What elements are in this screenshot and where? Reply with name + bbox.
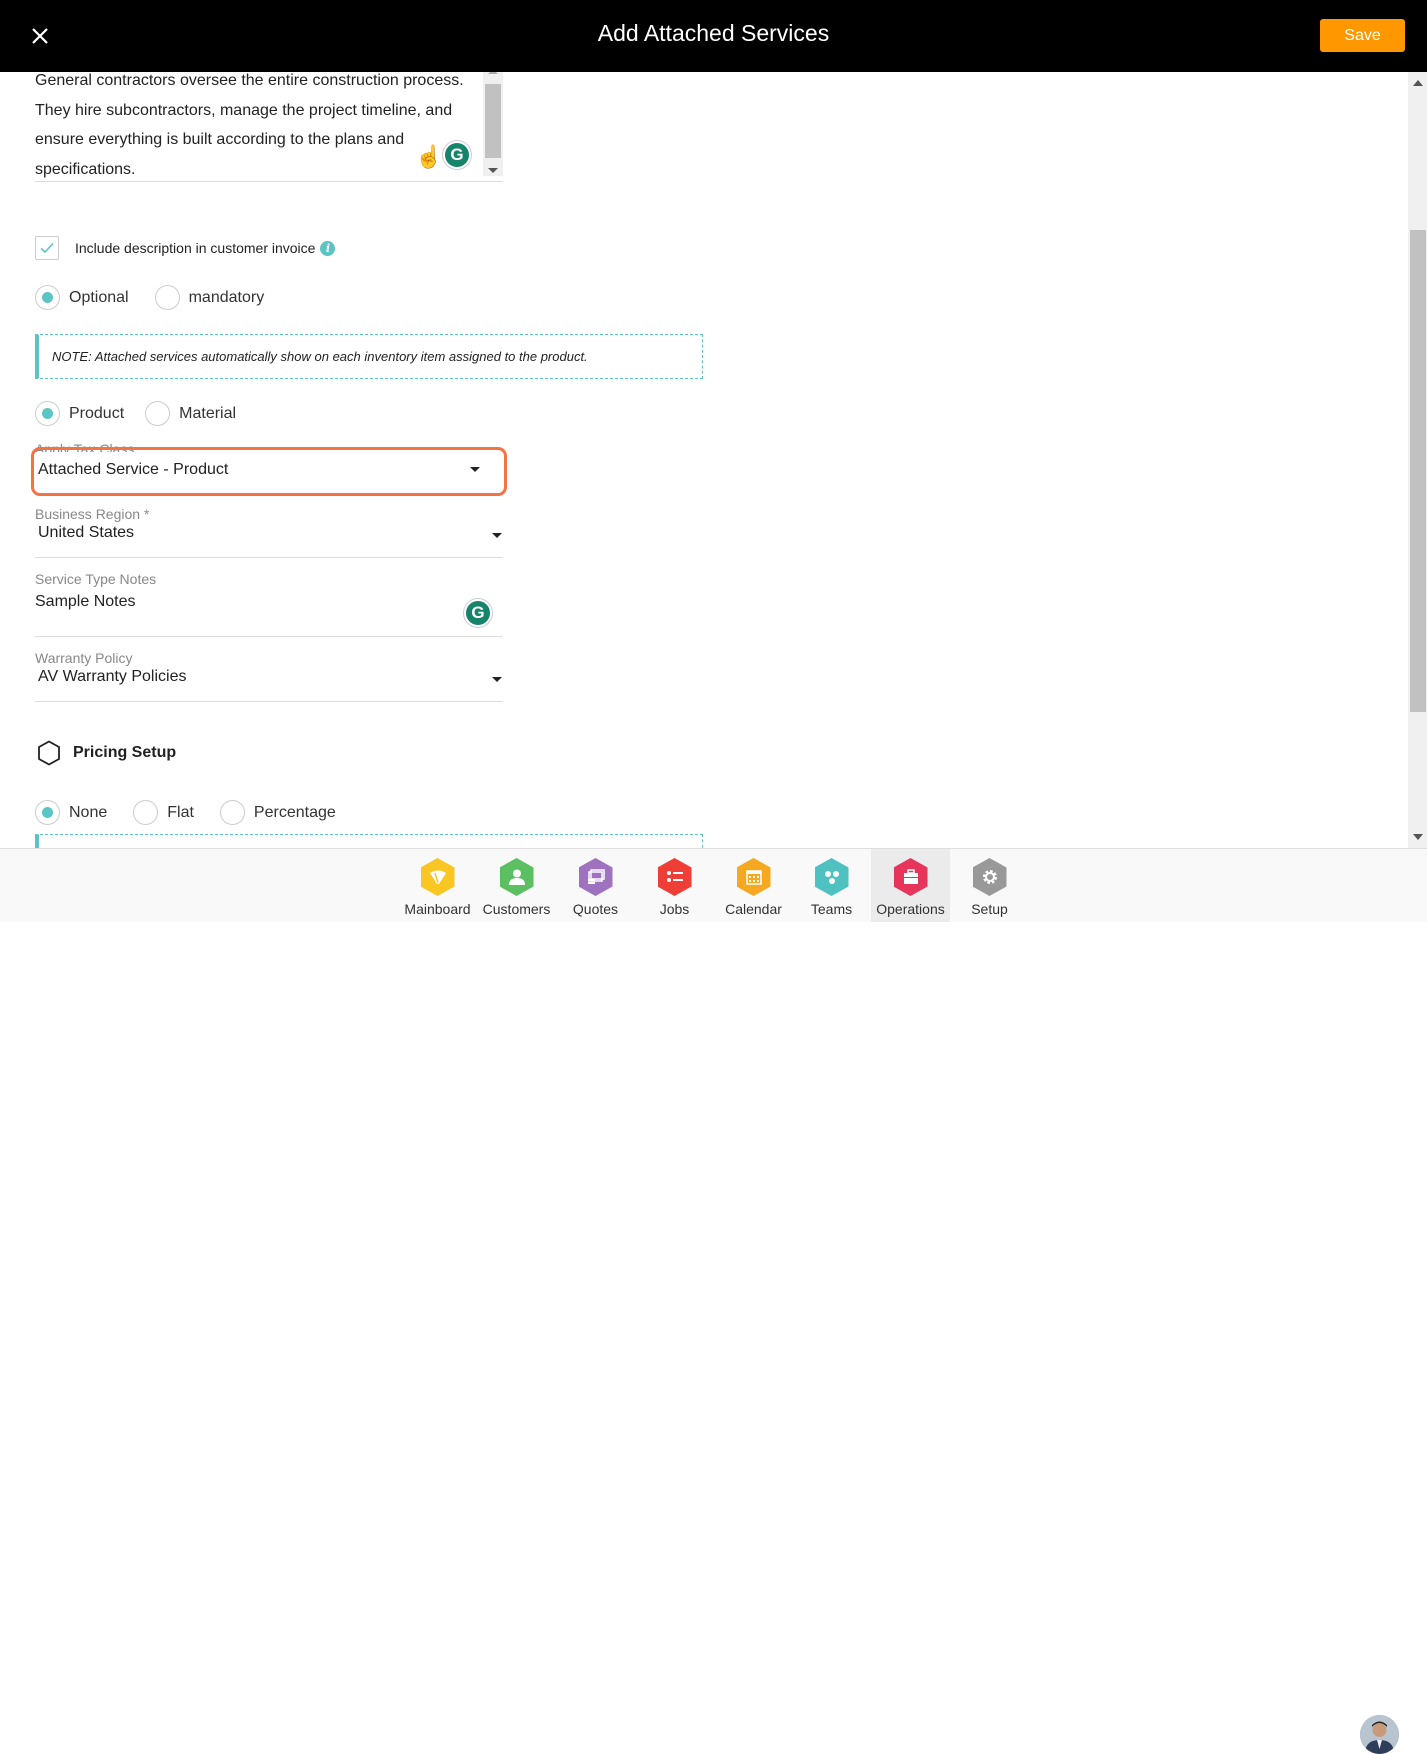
nav-customers[interactable]: Customers — [477, 849, 556, 922]
pricing-note-box — [35, 834, 703, 848]
radio-selected-dot — [42, 807, 53, 818]
hexagon-icon — [38, 740, 60, 766]
requirement-radio-group: Optional mandatory — [35, 285, 290, 310]
nav-quotes[interactable]: Quotes — [556, 849, 635, 922]
grammarly-button[interactable]: G — [442, 140, 472, 170]
form-content: General contractors oversee the entire c… — [0, 72, 1408, 848]
tax-class-value: Attached Service - Product — [38, 461, 229, 478]
jobs-icon — [657, 858, 692, 896]
nav-jobs[interactable]: Jobs — [635, 849, 714, 922]
textarea-scroll-thumb[interactable] — [485, 84, 501, 158]
operations-icon — [893, 858, 928, 896]
note-box: NOTE: Attached services automatically sh… — [35, 334, 703, 379]
page-title: Add Attached Services — [597, 20, 830, 46]
include-description-label: Include description in customer invoice — [75, 240, 316, 256]
chevron-down-icon[interactable] — [470, 467, 480, 472]
business-region-select[interactable]: Business Region * United States — [35, 506, 503, 558]
radio-selected-dot — [42, 292, 53, 303]
nav-mainboard[interactable]: Mainboard — [398, 849, 477, 922]
save-button[interactable]: Save — [1320, 19, 1405, 52]
pricing-radio-group: None Flat Percentage — [35, 800, 362, 825]
info-icon[interactable]: i — [320, 240, 336, 256]
checkmark-icon — [40, 242, 54, 254]
radio-selected-dot — [42, 408, 53, 419]
scroll-up-icon[interactable] — [1413, 80, 1423, 86]
grammarly-icon: G — [466, 601, 490, 625]
radio-optional[interactable]: Optional — [35, 285, 129, 310]
description-text: General contractors oversee the entire c… — [35, 72, 464, 178]
radio-flat[interactable]: Flat — [133, 800, 194, 825]
warranty-policy-select[interactable]: Warranty Policy AV Warranty Policies — [35, 650, 503, 702]
nav-operations[interactable]: Operations — [871, 849, 950, 922]
include-description-checkbox[interactable] — [35, 236, 59, 260]
chevron-down-icon[interactable] — [492, 677, 502, 682]
grammarly-button[interactable]: G — [463, 598, 493, 628]
scroll-down-icon[interactable] — [1413, 834, 1423, 840]
grammarly-icon: G — [445, 143, 469, 167]
nav-setup[interactable]: Setup — [950, 849, 1029, 922]
quotes-icon — [578, 858, 613, 896]
user-avatar[interactable] — [1360, 1715, 1399, 1754]
radio-product[interactable]: Product — [35, 401, 124, 426]
service-notes-field[interactable]: Service Type Notes Sample Notes G — [35, 571, 503, 637]
mainboard-icon — [420, 858, 455, 896]
nav-teams[interactable]: Teams — [792, 849, 871, 922]
description-textarea[interactable]: General contractors oversee the entire c… — [35, 72, 503, 182]
page-scrollbar[interactable] — [1408, 72, 1427, 848]
radio-material[interactable]: Material — [145, 401, 236, 426]
include-description-row: Include description in customer invoice … — [35, 236, 336, 260]
teams-icon — [814, 858, 849, 896]
chevron-down-icon[interactable] — [492, 533, 502, 538]
bottom-nav: Mainboard Customers Quotes Jobs Calendar… — [0, 848, 1427, 1754]
radio-none[interactable]: None — [35, 800, 107, 825]
pricing-setup-header: Pricing Setup — [37, 740, 176, 766]
textarea-scrollbar[interactable] — [483, 72, 503, 176]
calendar-icon — [736, 858, 771, 896]
gear-icon — [972, 858, 1007, 896]
page-scroll-thumb[interactable] — [1410, 230, 1426, 712]
top-bar: Add Attached Services Save — [0, 0, 1427, 72]
pointing-finger-icon: ☝ — [415, 144, 443, 169]
scroll-down-icon[interactable] — [488, 168, 498, 173]
customer-icon — [499, 858, 534, 896]
radio-percentage[interactable]: Percentage — [219, 800, 336, 825]
item-type-radio-group: Product Material — [35, 401, 262, 426]
nav-calendar[interactable]: Calendar — [714, 849, 793, 922]
scroll-up-icon[interactable] — [488, 72, 498, 74]
radio-mandatory[interactable]: mandatory — [154, 285, 264, 310]
